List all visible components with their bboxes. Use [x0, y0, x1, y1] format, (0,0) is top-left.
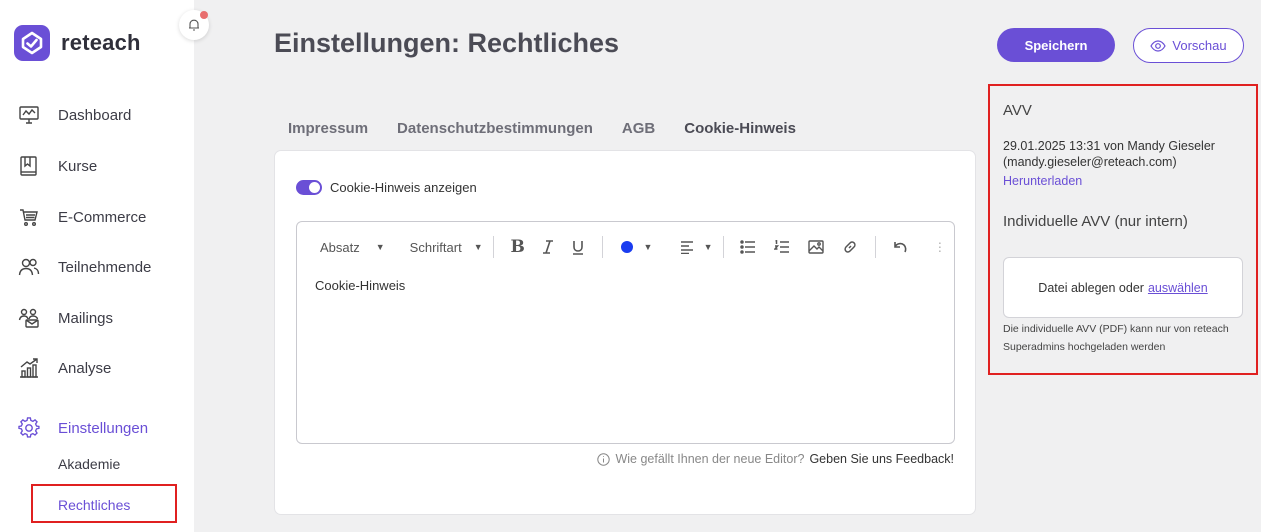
- paragraph-select[interactable]: Absatz ▼: [320, 240, 385, 255]
- sidebar-item-label: Teilnehmende: [58, 258, 152, 276]
- editor-content[interactable]: Cookie-Hinweis: [315, 278, 405, 293]
- font-select[interactable]: Schriftart ▼: [410, 240, 483, 255]
- sidebar: reteach Dashboard Kurse E-Commerce Teiln…: [0, 0, 194, 532]
- sidebar-item-label: Analyse: [58, 359, 112, 377]
- link-icon[interactable]: [840, 236, 860, 258]
- color-swatch-icon: [621, 241, 634, 253]
- sidebar-item-teilnehmende[interactable]: Teilnehmende: [18, 254, 151, 280]
- paragraph-select-value: Absatz: [320, 239, 360, 255]
- preview-button-label: Vorschau: [1172, 38, 1227, 53]
- sidebar-item-label: Kurse: [58, 157, 98, 175]
- cookie-toggle-row: Cookie-Hinweis anzeigen: [296, 180, 477, 195]
- cookie-toggle[interactable]: [296, 180, 322, 195]
- caret-down-icon: ▼: [375, 242, 385, 252]
- eye-icon: [1150, 39, 1167, 52]
- dashboard-icon: [18, 104, 40, 126]
- book-icon: [18, 155, 40, 177]
- more-options-icon[interactable]: ⋮: [930, 236, 950, 258]
- tab-agb[interactable]: AGB: [622, 120, 655, 137]
- bold-icon[interactable]: B: [508, 236, 528, 258]
- toolbar-divider: [602, 236, 604, 258]
- highlight-box-rechtliches: [31, 484, 177, 523]
- preview-button[interactable]: Vorschau: [1133, 28, 1244, 63]
- sidebar-item-label: Einstellungen: [58, 419, 149, 437]
- numbered-list-icon[interactable]: [772, 236, 792, 258]
- cookie-settings-card: Cookie-Hinweis anzeigen Absatz ▼ Schrift…: [274, 150, 976, 515]
- sidebar-subitem-akademie[interactable]: Akademie: [58, 456, 120, 472]
- cart-icon: [18, 206, 40, 228]
- cookie-toggle-label: Cookie-Hinweis anzeigen: [330, 180, 477, 195]
- sidebar-item-label: Dashboard: [58, 106, 132, 124]
- bullet-list-icon[interactable]: [737, 236, 757, 258]
- feedback-question: Wie gefällt Ihnen der neue Editor?: [615, 452, 805, 466]
- toolbar-divider: [492, 236, 494, 258]
- notification-bell[interactable]: [179, 10, 209, 40]
- image-icon[interactable]: [806, 236, 826, 258]
- logo[interactable]: reteach: [14, 25, 141, 61]
- logo-text: reteach: [61, 30, 141, 55]
- sidebar-item-label: E-Commerce: [58, 208, 147, 226]
- caret-down-icon[interactable]: ▼: [644, 242, 653, 252]
- highlight-box-avv-panel: [988, 84, 1258, 375]
- undo-icon[interactable]: [889, 236, 909, 258]
- bell-icon: [189, 19, 199, 31]
- align-icon[interactable]: [677, 236, 697, 258]
- tab-impressum[interactable]: Impressum: [288, 120, 368, 137]
- notification-dot: [200, 11, 208, 19]
- sidebar-item-dashboard[interactable]: Dashboard: [18, 102, 131, 128]
- sidebar-item-einstellungen[interactable]: Einstellungen: [18, 415, 148, 441]
- caret-down-icon[interactable]: ▼: [704, 242, 713, 252]
- italic-icon[interactable]: [538, 236, 558, 258]
- feedback-link[interactable]: Geben Sie uns Feedback!: [809, 452, 954, 466]
- rich-text-editor: Absatz ▼ Schriftart ▼ B ▼ ▼ ⋮ Cookie-Hin…: [296, 221, 955, 444]
- users-icon: [18, 256, 40, 278]
- page-title: Einstellungen: Rechtliches: [274, 28, 620, 58]
- sidebar-item-label: Mailings: [58, 309, 114, 327]
- legal-tabs: Impressum Datenschutzbestimmungen AGB Co…: [288, 120, 796, 137]
- sidebar-item-mailings[interactable]: Mailings: [18, 305, 113, 331]
- underline-icon[interactable]: [568, 236, 588, 258]
- sidebar-item-kurse[interactable]: Kurse: [18, 153, 97, 179]
- info-icon: [597, 452, 611, 466]
- sidebar-item-e-commerce[interactable]: E-Commerce: [18, 204, 146, 230]
- editor-toolbar: Absatz ▼ Schriftart ▼ B ▼ ▼ ⋮: [297, 222, 954, 272]
- editor-feedback: Wie gefällt Ihnen der neue Editor? Geben…: [597, 452, 954, 466]
- caret-down-icon: ▼: [473, 242, 483, 252]
- save-button[interactable]: Speichern: [997, 28, 1115, 62]
- tab-datenschutz[interactable]: Datenschutzbestimmungen: [397, 120, 593, 137]
- text-color-button[interactable]: [617, 236, 637, 258]
- sidebar-item-analyse[interactable]: Analyse: [18, 355, 111, 381]
- toolbar-divider: [874, 236, 876, 258]
- mailing-icon: [18, 307, 40, 329]
- toolbar-divider: [722, 236, 724, 258]
- gear-icon: [18, 417, 40, 439]
- analytics-icon: [18, 357, 40, 379]
- logo-mark-icon: [14, 25, 50, 61]
- tab-cookie-hinweis[interactable]: Cookie-Hinweis: [684, 120, 796, 137]
- font-select-value: Schriftart: [409, 239, 462, 255]
